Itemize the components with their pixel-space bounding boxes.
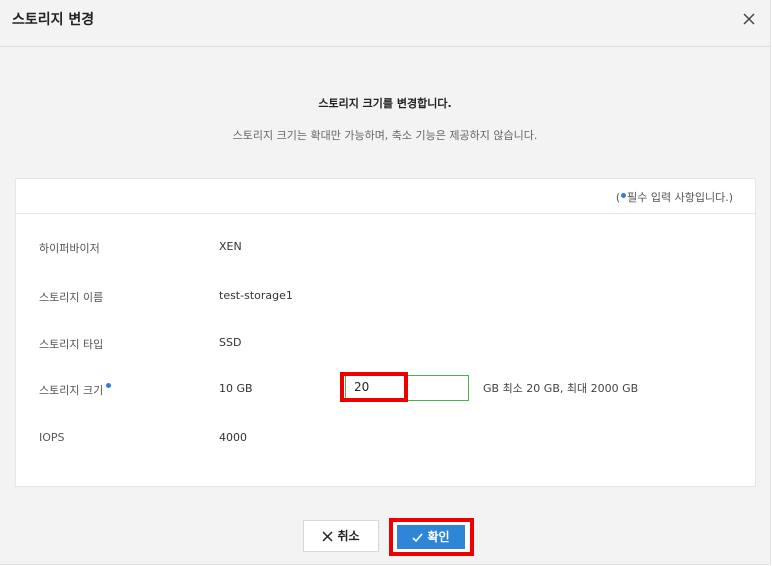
- cancel-button-label: 취소: [337, 529, 360, 543]
- storage-change-dialog: 스토리지 변경 스토리지 크기를 변경합니다. 스토리지 크기는 확대만 가능하…: [0, 0, 771, 565]
- cancel-button[interactable]: 취소: [303, 520, 379, 552]
- label-storage-type: 스토리지 타입: [39, 338, 104, 351]
- storage-size-input[interactable]: [354, 380, 414, 394]
- confirm-button-label: 확인: [427, 530, 450, 544]
- required-dot-icon: [621, 193, 627, 198]
- confirm-button[interactable]: 확인: [397, 525, 465, 549]
- value-storage-size-current: 10 GB: [219, 382, 253, 395]
- storage-size-field[interactable]: [345, 375, 469, 401]
- close-icon[interactable]: [740, 10, 758, 28]
- label-storage-size: 스토리지 크기: [39, 382, 112, 398]
- value-storage-name: test-storage1: [219, 289, 293, 302]
- dialog-title: 스토리지 변경: [12, 12, 95, 28]
- required-note-text: 필수 입력 사항입니다.): [627, 191, 733, 204]
- label-hypervisor: 하이퍼바이저: [39, 242, 100, 255]
- label-storage-size-text: 스토리지 크기: [39, 384, 104, 397]
- form-panel: ( 필수 입력 사항입니다.) 하이퍼바이저 XEN 스토리지 이름 test-s…: [15, 178, 756, 487]
- check-icon: [412, 533, 424, 543]
- intro-description: 스토리지 크기는 확대만 가능하며, 축소 기능은 제공하지 않습니다.: [232, 129, 538, 142]
- value-storage-type: SSD: [219, 336, 242, 349]
- value-hypervisor: XEN: [219, 240, 242, 253]
- required-dot-icon: [106, 383, 112, 388]
- storage-size-hint: GB 최소 20 GB, 최대 2000 GB: [483, 382, 639, 395]
- dialog-header: 스토리지 변경: [0, 0, 770, 47]
- required-note-prefix: (: [615, 191, 621, 204]
- close-icon: [322, 531, 333, 542]
- value-iops: 4000: [219, 431, 247, 444]
- label-iops: IOPS: [39, 431, 65, 444]
- panel-divider: [16, 213, 755, 214]
- label-storage-name: 스토리지 이름: [39, 291, 104, 304]
- intro-title: 스토리지 크기를 변경합니다.: [318, 97, 452, 110]
- required-note: ( 필수 입력 사항입니다.): [616, 189, 733, 205]
